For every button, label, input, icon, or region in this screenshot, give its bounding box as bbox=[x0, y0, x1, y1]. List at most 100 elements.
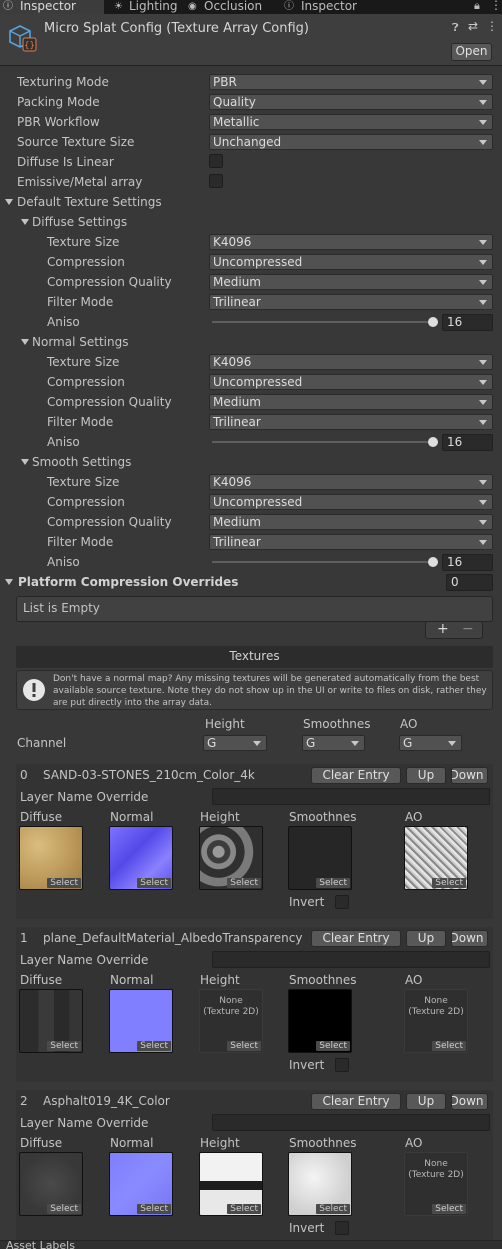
layer-name-override-field[interactable] bbox=[212, 788, 490, 805]
filter-mode-dropdown[interactable]: Trilinear bbox=[209, 414, 493, 430]
group-foldout[interactable]: Smooth Settings bbox=[32, 454, 131, 470]
info-box: Don't have a normal map? Any missing tex… bbox=[16, 670, 493, 710]
select-button[interactable]: Select bbox=[227, 1204, 261, 1214]
filter-mode-dropdown[interactable]: Trilinear bbox=[209, 294, 493, 310]
filter-mode-dropdown[interactable]: Trilinear bbox=[209, 534, 493, 550]
compression-quality-dropdown[interactable]: Medium bbox=[209, 394, 493, 410]
diffuse-texture-slot[interactable]: Select bbox=[19, 989, 83, 1053]
diffuse-is-linear-checkbox[interactable] bbox=[209, 154, 223, 168]
aniso-slider-handle[interactable] bbox=[428, 557, 438, 567]
preset-icon[interactable]: ⇄ bbox=[468, 19, 478, 33]
tab-occlusion[interactable]: ◉ Occlusion bbox=[180, 0, 276, 14]
compression-dropdown[interactable]: Uncompressed bbox=[209, 494, 493, 510]
height-texture-slot[interactable]: Select bbox=[199, 826, 263, 890]
packing-mode-dropdown[interactable]: Quality bbox=[209, 94, 493, 110]
select-button[interactable]: Select bbox=[47, 1204, 81, 1214]
select-button[interactable]: Select bbox=[47, 1041, 81, 1051]
platform-overrides-count[interactable]: 0 bbox=[446, 574, 493, 591]
group-foldout[interactable]: Diffuse Settings bbox=[32, 214, 127, 230]
height-texture-slot[interactable]: None (Texture 2D) Select bbox=[199, 989, 263, 1053]
smoothness-texture-slot[interactable]: Select bbox=[288, 1152, 352, 1216]
compression-quality-dropdown[interactable]: Medium bbox=[209, 274, 493, 290]
texture-size-dropdown[interactable]: K4096 bbox=[209, 234, 493, 250]
compression-dropdown[interactable]: Uncompressed bbox=[209, 374, 493, 390]
source-texture-size-dropdown[interactable]: Unchanged bbox=[209, 134, 493, 150]
aniso-value-field[interactable]: 16 bbox=[442, 434, 493, 451]
select-button[interactable]: Select bbox=[47, 878, 81, 888]
aniso-slider-track[interactable] bbox=[212, 321, 434, 323]
clear-entry-button[interactable]: Clear Entry bbox=[311, 1093, 401, 1110]
aniso-value-field[interactable]: 16 bbox=[442, 314, 493, 331]
ao-texture-slot[interactable]: Select bbox=[404, 826, 468, 890]
up-button[interactable]: Up bbox=[406, 930, 446, 947]
normal-texture-slot[interactable]: Select bbox=[109, 989, 173, 1053]
select-button[interactable]: Select bbox=[432, 1041, 466, 1051]
foldout-arrow-icon[interactable] bbox=[21, 459, 29, 465]
foldout-arrow-icon[interactable] bbox=[5, 579, 13, 585]
platform-overrides-foldout[interactable]: Platform Compression Overrides bbox=[18, 574, 238, 590]
aniso-value-field[interactable]: 16 bbox=[442, 554, 493, 571]
invert-checkbox[interactable] bbox=[335, 895, 349, 909]
select-button[interactable]: Select bbox=[432, 878, 466, 888]
up-button[interactable]: Up bbox=[406, 767, 446, 784]
compression-dropdown[interactable]: Uncompressed bbox=[209, 254, 493, 270]
normal-texture-slot[interactable]: Select bbox=[109, 1152, 173, 1216]
help-icon[interactable]: ❓︎ bbox=[452, 21, 459, 35]
invert-checkbox[interactable] bbox=[335, 1058, 349, 1072]
texturing-mode-dropdown[interactable]: PBR bbox=[209, 74, 493, 90]
lock-icon[interactable]: 🔒︎ bbox=[474, 0, 480, 13]
group-foldout[interactable]: Normal Settings bbox=[32, 334, 128, 350]
down-button[interactable]: Down bbox=[451, 1093, 488, 1110]
foldout-arrow-icon[interactable] bbox=[21, 339, 29, 345]
select-button[interactable]: Select bbox=[137, 878, 171, 888]
select-button[interactable]: Select bbox=[227, 878, 261, 888]
height-channel-dropdown[interactable]: G bbox=[203, 735, 267, 751]
foldout-arrow-icon[interactable] bbox=[5, 199, 13, 205]
height-texture-slot[interactable]: Select bbox=[199, 1152, 263, 1216]
select-button[interactable]: Select bbox=[137, 1204, 171, 1214]
select-button[interactable]: Select bbox=[432, 1204, 466, 1214]
smoothness-channel-dropdown[interactable]: G bbox=[302, 735, 365, 751]
ao-channel-dropdown[interactable]: G bbox=[399, 735, 462, 751]
smoothness-texture-slot[interactable]: Select bbox=[288, 826, 352, 890]
select-button[interactable]: Select bbox=[137, 1041, 171, 1051]
texture-size-dropdown[interactable]: K4096 bbox=[209, 354, 493, 370]
select-button[interactable]: Select bbox=[316, 1204, 350, 1214]
textures-header: Textures bbox=[16, 646, 493, 668]
normal-texture-slot[interactable]: Select bbox=[109, 826, 173, 890]
ao-texture-slot[interactable]: None (Texture 2D) Select bbox=[404, 1152, 468, 1216]
foldout-arrow-icon[interactable] bbox=[21, 219, 29, 225]
ao-texture-slot[interactable]: None (Texture 2D) Select bbox=[404, 989, 468, 1053]
aniso-slider-handle[interactable] bbox=[428, 317, 438, 327]
context-menu-icon[interactable]: ⋮ bbox=[486, 19, 498, 33]
default-texture-settings-foldout[interactable]: Default Texture Settings bbox=[17, 194, 162, 210]
smoothness-texture-slot[interactable]: Select bbox=[288, 989, 352, 1053]
select-button[interactable]: Select bbox=[316, 1041, 350, 1051]
open-button[interactable]: Open bbox=[451, 43, 492, 61]
clear-entry-button[interactable]: Clear Entry bbox=[311, 930, 401, 947]
more-options-icon[interactable]: ⋮ bbox=[490, 0, 502, 12]
tab-inspector-2[interactable]: ⓘ Inspector bbox=[276, 0, 366, 14]
texture-size-dropdown[interactable]: K4096 bbox=[209, 474, 493, 490]
up-button[interactable]: Up bbox=[406, 1093, 446, 1110]
down-button[interactable]: Down bbox=[451, 930, 488, 947]
diffuse-texture-slot[interactable]: Select bbox=[19, 1152, 83, 1216]
tab-lighting[interactable]: ☀ Lighting bbox=[104, 0, 180, 14]
pbr-workflow-dropdown[interactable]: Metallic bbox=[209, 114, 493, 130]
tab-inspector[interactable]: ⓘ Inspector bbox=[0, 0, 104, 14]
aniso-slider-track[interactable] bbox=[212, 561, 434, 563]
aniso-slider-handle[interactable] bbox=[428, 437, 438, 447]
remove-icon[interactable]: − bbox=[462, 621, 474, 637]
add-icon[interactable]: + bbox=[437, 621, 449, 637]
down-button[interactable]: Down bbox=[451, 767, 488, 784]
diffuse-texture-slot[interactable]: Select bbox=[19, 826, 83, 890]
emissive-metal-array-checkbox[interactable] bbox=[209, 174, 223, 188]
compression-quality-dropdown[interactable]: Medium bbox=[209, 514, 493, 530]
layer-name-override-field[interactable] bbox=[212, 1114, 490, 1131]
invert-checkbox[interactable] bbox=[335, 1221, 349, 1235]
select-button[interactable]: Select bbox=[316, 878, 350, 888]
select-button[interactable]: Select bbox=[227, 1041, 261, 1051]
layer-name-override-field[interactable] bbox=[212, 951, 490, 968]
clear-entry-button[interactable]: Clear Entry bbox=[311, 767, 401, 784]
aniso-slider-track[interactable] bbox=[212, 441, 434, 443]
